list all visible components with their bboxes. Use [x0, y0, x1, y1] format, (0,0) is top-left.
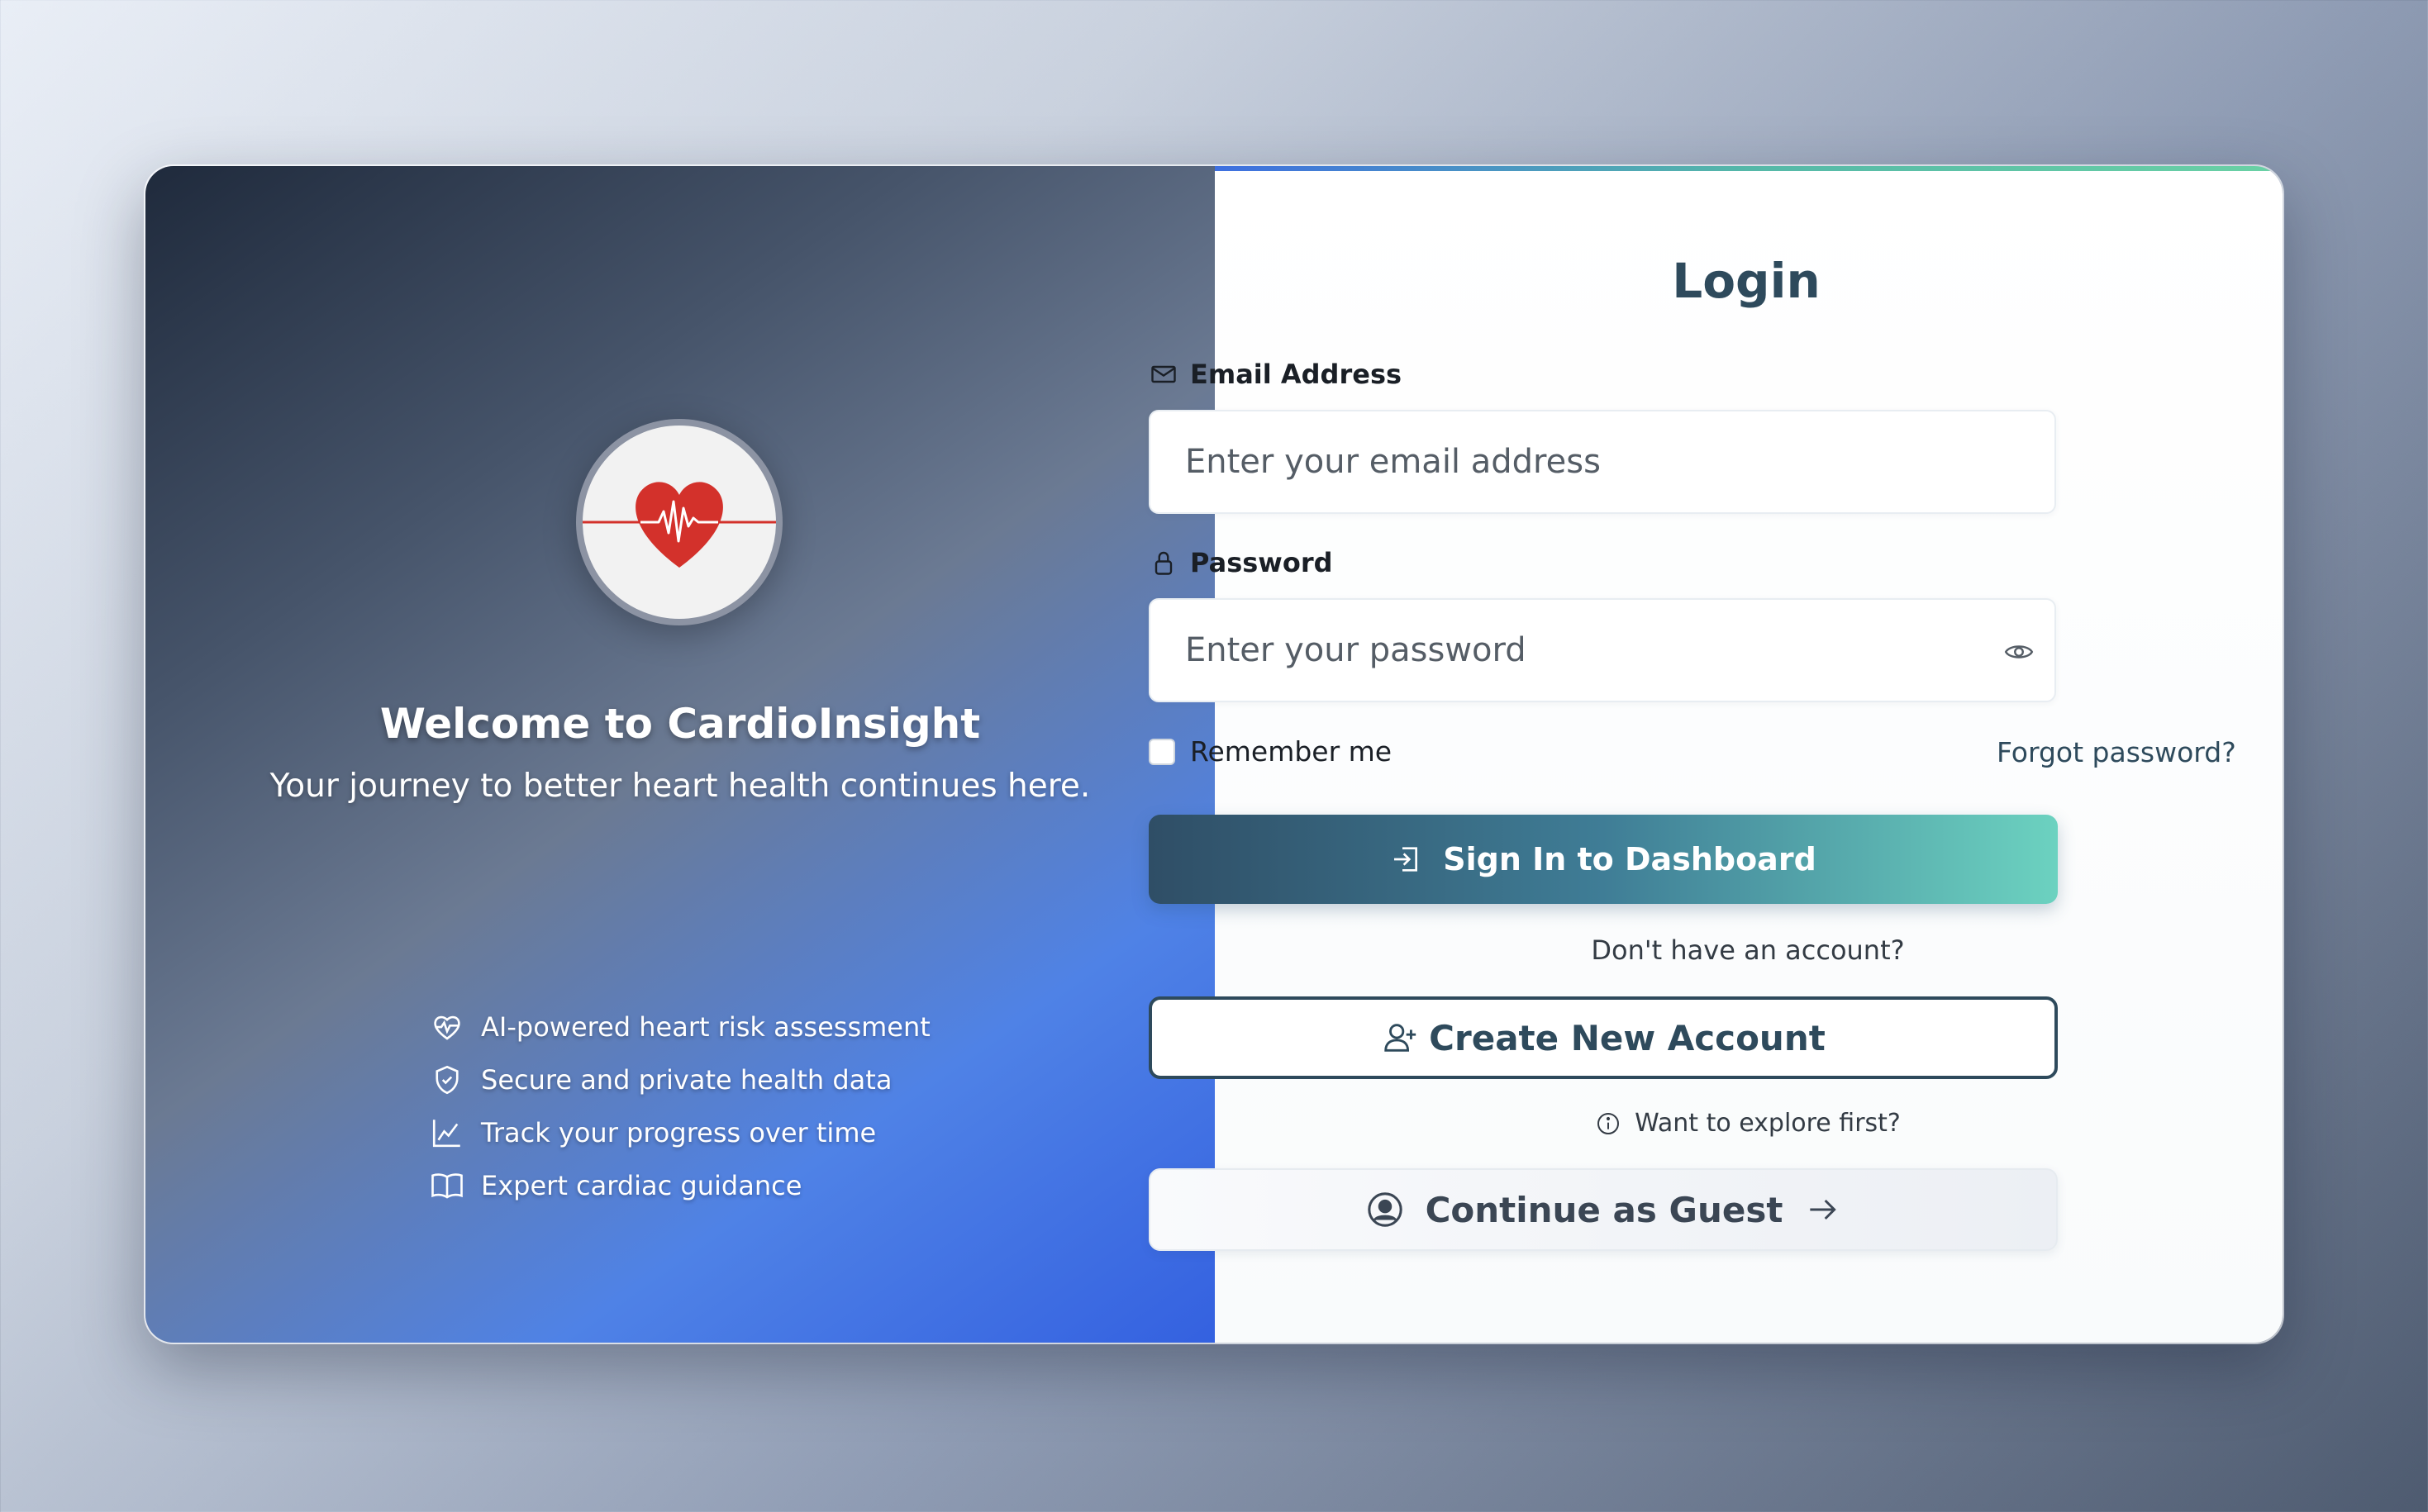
- eye-icon[interactable]: [2003, 636, 2035, 668]
- user-plus-icon: [1384, 1024, 1416, 1052]
- login-title: Login: [1672, 253, 1821, 309]
- feature-label: AI-powered heart risk assessment: [481, 1011, 931, 1043]
- forgot-password-link[interactable]: Forgot password?: [1997, 736, 2236, 768]
- no-account-text: Don't have an account?: [1591, 934, 1905, 966]
- email-label: Email Address: [1149, 359, 1402, 390]
- create-account-label: Create New Account: [1429, 1017, 1826, 1058]
- feature-label: Expert cardiac guidance: [481, 1170, 802, 1201]
- feature-item: Expert cardiac guidance: [430, 1159, 931, 1212]
- login-icon: [1394, 847, 1418, 872]
- welcome-heading: Welcome to CardioInsight: [379, 700, 981, 748]
- password-field[interactable]: [1150, 600, 2054, 701]
- welcome-tagline: Your journey to better heart health cont…: [269, 768, 1091, 805]
- password-field-wrapper: [1149, 598, 2056, 702]
- heart-pulse-logo-icon: [583, 482, 776, 568]
- shield-check-icon: [436, 1065, 459, 1095]
- mail-icon: [1151, 365, 1176, 383]
- create-account-button[interactable]: Create New Account: [1149, 996, 2058, 1079]
- feature-item: Track your progress over time: [430, 1106, 931, 1159]
- info-icon: [1597, 1112, 1620, 1134]
- email-label-text: Email Address: [1190, 359, 1402, 390]
- guest-label: Continue as Guest: [1425, 1189, 1783, 1230]
- explore-text: Want to explore first?: [1066, 1109, 2428, 1138]
- user-circle-icon: [1367, 1192, 1402, 1227]
- remember-me-checkbox[interactable]: [1149, 738, 1175, 765]
- email-field-wrapper: [1149, 410, 2056, 514]
- feature-item: Secure and private health data: [430, 1053, 931, 1106]
- explore-label: Want to explore first?: [1635, 1109, 1901, 1138]
- feature-label: Secure and private health data: [481, 1064, 893, 1096]
- password-label-text: Password: [1190, 547, 1333, 578]
- arrow-right-icon: [1810, 1199, 1837, 1220]
- sign-in-label: Sign In to Dashboard: [1443, 841, 1816, 877]
- guest-button[interactable]: Continue as Guest: [1149, 1168, 2058, 1251]
- feature-label: Track your progress over time: [481, 1117, 877, 1148]
- welcome-panel: Welcome to CardioInsight Your journey to…: [145, 166, 1215, 1343]
- heart-logo: [576, 419, 783, 625]
- sign-in-button[interactable]: Sign In to Dashboard: [1149, 815, 2058, 904]
- password-label: Password: [1149, 547, 1333, 578]
- email-field[interactable]: [1150, 411, 2054, 512]
- feature-item: AI-powered heart risk assessment: [430, 1001, 931, 1053]
- heart-pulse-icon: [434, 1015, 460, 1040]
- remember-me[interactable]: Remember me: [1149, 735, 1392, 768]
- feature-list: AI-powered heart risk assessment Secure …: [430, 1001, 931, 1212]
- lock-icon: [1154, 551, 1173, 575]
- book-icon: [431, 1173, 463, 1199]
- remember-me-label: Remember me: [1190, 735, 1393, 768]
- line-chart-icon: [432, 1120, 460, 1148]
